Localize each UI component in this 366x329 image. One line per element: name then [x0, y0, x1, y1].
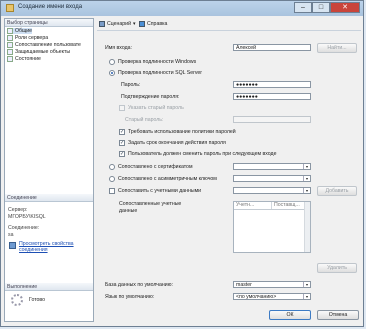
- title-bar: Создание имени входа – □ ✕: [1, 1, 363, 16]
- map-asym-key-radio[interactable]: [109, 176, 115, 182]
- chevron-down-icon: ▾: [303, 164, 310, 169]
- add-button[interactable]: Добавить: [317, 186, 357, 196]
- enforce-policy-checkbox[interactable]: ✓: [119, 129, 125, 135]
- enforce-policy-label: Требовать использование политики паролей: [128, 129, 236, 135]
- grid-column-credential[interactable]: Учетн...: [234, 202, 272, 209]
- old-password-label: Старый пароль:: [125, 117, 164, 123]
- mapped-credentials-label: Сопоставленные учетные данные: [119, 201, 182, 214]
- chevron-down-icon: ▾: [303, 176, 310, 181]
- credential-select[interactable]: ▾: [233, 187, 311, 194]
- default-database-label: База данных по умолчанию:: [105, 282, 173, 288]
- auth-windows-radio[interactable]: [109, 59, 115, 65]
- default-language-select[interactable]: <по умолчанию> ▾: [233, 293, 311, 300]
- enforce-expiration-checkbox[interactable]: ✓: [119, 140, 125, 146]
- mapped-credentials-grid[interactable]: Учетн... Поставщ...: [233, 201, 311, 253]
- connection-label: Соединение:: [8, 225, 40, 231]
- search-button[interactable]: Найти...: [317, 43, 357, 53]
- progress-spinner-icon: [11, 294, 23, 306]
- specify-old-password-label: Указать старый пароль: [128, 105, 184, 111]
- page-icon: [7, 35, 13, 41]
- password-label: Пароль:: [121, 82, 141, 88]
- must-change-label: Пользователь должен сменить пароль при с…: [128, 151, 277, 157]
- connection-value: sa: [8, 232, 14, 238]
- maximize-button[interactable]: □: [312, 2, 330, 13]
- minimize-button[interactable]: –: [294, 2, 312, 13]
- grid-scrollbar[interactable]: [304, 202, 310, 252]
- password-input[interactable]: ●●●●●●●: [233, 81, 311, 88]
- progress-status: Готово: [29, 297, 46, 303]
- help-button[interactable]: Справка: [139, 21, 167, 27]
- view-connection-properties-link[interactable]: Просмотреть свойства соединения: [19, 241, 93, 253]
- page-selector-panel: Выбор страницы Общие Роли сервера Сопост…: [4, 18, 94, 322]
- confirm-password-label: Подтверждение пароля:: [121, 94, 180, 100]
- page-icon: [7, 42, 13, 48]
- map-asym-key-label: Сопоставлено с асимметричным ключом: [118, 176, 217, 182]
- old-password-input[interactable]: [233, 116, 311, 123]
- map-certificate-label: Сопоставлено с сертификатом: [118, 164, 193, 170]
- specify-old-password-checkbox[interactable]: [119, 105, 125, 111]
- properties-icon: [9, 242, 16, 249]
- page-icon: [7, 49, 13, 55]
- chevron-down-icon: ▾: [303, 294, 310, 299]
- window-title: Создание имени входа: [18, 4, 83, 10]
- close-button[interactable]: ✕: [330, 2, 360, 13]
- login-name-label: Имя входа:: [105, 45, 132, 51]
- remove-button[interactable]: Удалить: [317, 263, 357, 273]
- default-database-select[interactable]: master ▾: [233, 281, 311, 288]
- default-language-label: Язык по умолчанию:: [105, 294, 155, 300]
- script-icon: [99, 21, 105, 27]
- enforce-expiration-label: Задать срок окончания действия пароля: [128, 140, 226, 146]
- chevron-down-icon: ▾: [303, 188, 310, 193]
- server-value: МГОРБУ\KISQL: [8, 214, 46, 220]
- nav-status[interactable]: Состояние: [7, 56, 41, 62]
- auth-sql-radio[interactable]: [109, 70, 115, 76]
- server-label: Сервер:: [8, 207, 28, 213]
- nav-general[interactable]: Общие: [7, 28, 33, 34]
- chevron-down-icon: ▾: [132, 21, 136, 27]
- create-login-window: Создание имени входа – □ ✕ Выбор страниц…: [0, 0, 364, 327]
- connection-header: Соединение: [5, 194, 93, 202]
- map-credential-checkbox[interactable]: [109, 188, 115, 194]
- confirm-password-input[interactable]: ●●●●●●●: [233, 93, 311, 100]
- page-selector-header: Выбор страницы: [5, 19, 93, 27]
- auth-sql-label: Проверка подлинности SQL Server: [118, 70, 203, 76]
- certificate-select[interactable]: ▾: [233, 163, 311, 170]
- login-name-input[interactable]: Алексей: [233, 44, 311, 51]
- nav-server-roles[interactable]: Роли сервера: [7, 35, 48, 41]
- map-certificate-radio[interactable]: [109, 164, 115, 170]
- cancel-button[interactable]: Отмена: [317, 310, 359, 320]
- must-change-checkbox[interactable]: ✓: [119, 151, 125, 157]
- page-icon: [7, 28, 13, 34]
- nav-user-mapping[interactable]: Сопоставление пользовате: [7, 42, 81, 48]
- help-icon: [139, 21, 145, 27]
- page-icon: [7, 56, 13, 62]
- chevron-down-icon: ▾: [303, 282, 310, 287]
- script-button[interactable]: Сценарий ▾: [99, 21, 136, 27]
- ok-button[interactable]: ОК: [269, 310, 311, 320]
- auth-windows-label: Проверка подлинности Windows: [118, 59, 197, 65]
- asym-key-select[interactable]: ▾: [233, 175, 311, 182]
- toolbar: Сценарий ▾ Справка: [97, 18, 361, 31]
- progress-header: Выполнение: [5, 283, 93, 291]
- nav-securables[interactable]: Защищаемые объекты: [7, 49, 70, 55]
- map-credential-label: Сопоставить с учетными данными: [118, 188, 202, 194]
- window-icon: [6, 4, 14, 12]
